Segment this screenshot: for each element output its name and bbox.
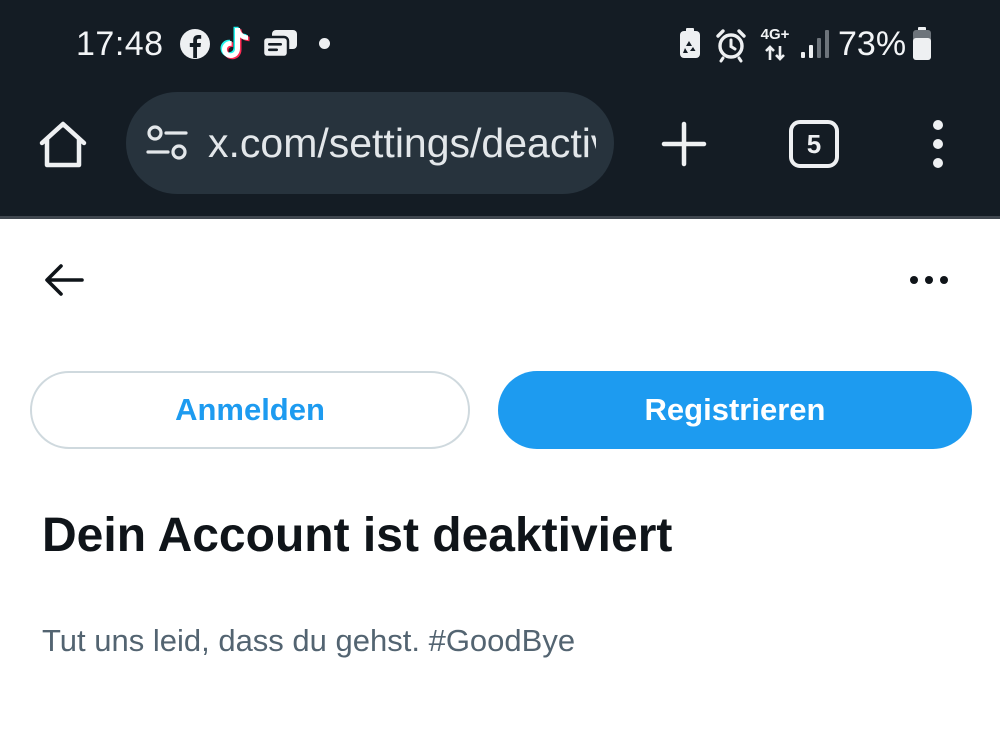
chat-app-icon — [261, 30, 297, 59]
more-vert-icon[interactable] — [920, 118, 956, 172]
toolbar-divider — [0, 216, 1000, 219]
browser-chrome: 17:48 4G+ 73% x.com/settings/deacti 5 — [0, 0, 1000, 216]
battery-icon — [913, 27, 931, 60]
tiktok-icon — [220, 26, 250, 60]
signal-strength-icon — [801, 30, 829, 58]
new-tab-icon[interactable] — [660, 120, 708, 168]
page-subtitle: Tut uns leid, dass du gehst. #GoodBye — [42, 623, 576, 658]
back-arrow-icon[interactable] — [40, 258, 88, 302]
login-button[interactable]: Anmelden — [30, 371, 470, 449]
data-transfer-icon — [765, 45, 785, 61]
facebook-icon — [180, 29, 210, 59]
status-time: 17:48 — [76, 25, 164, 63]
more-horiz-icon[interactable] — [904, 266, 954, 294]
tab-switcher-button[interactable]: 5 — [789, 120, 839, 168]
site-settings-icon[interactable] — [146, 124, 188, 162]
battery-percent: 73% — [838, 25, 907, 63]
register-button[interactable]: Registrieren — [498, 371, 972, 449]
more-notifications-dot — [319, 38, 330, 49]
url-text[interactable]: x.com/settings/deactivate — [208, 92, 596, 194]
alarm-clock-icon — [716, 29, 746, 63]
page-title: Dein Account ist deaktiviert — [42, 509, 673, 562]
address-bar[interactable]: x.com/settings/deactivate — [126, 92, 614, 194]
home-icon[interactable] — [36, 118, 90, 172]
battery-saver-icon — [680, 28, 700, 58]
network-type-label: 4G+ — [760, 26, 790, 43]
